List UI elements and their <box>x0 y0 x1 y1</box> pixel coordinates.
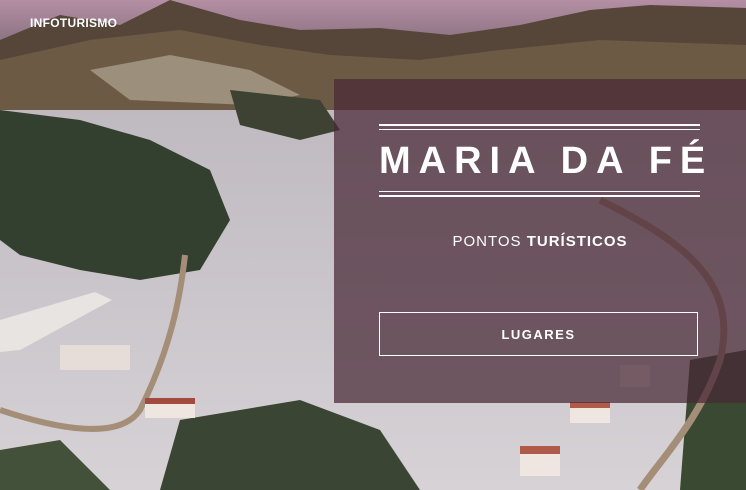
subtitle-bold: TURÍSTICOS <box>526 233 628 250</box>
hero-panel: MARIA DA FÉ PONTOS TURÍSTICOS LUGARES <box>334 79 746 403</box>
title-rule-top <box>379 124 700 126</box>
title-rule-top-thin <box>379 129 700 130</box>
page-subtitle: PONTOS TURÍSTICOS <box>334 233 746 250</box>
title-rule-bottom <box>379 195 700 197</box>
lugares-button[interactable]: LUGARES <box>379 312 698 356</box>
title-rule-bottom-thin <box>379 191 700 192</box>
subtitle-light: PONTOS <box>452 233 527 250</box>
page-title: MARIA DA FÉ <box>379 140 714 182</box>
brand-logo-link[interactable]: INFOTURISMO <box>30 16 117 30</box>
title-block: MARIA DA FÉ <box>379 124 714 197</box>
